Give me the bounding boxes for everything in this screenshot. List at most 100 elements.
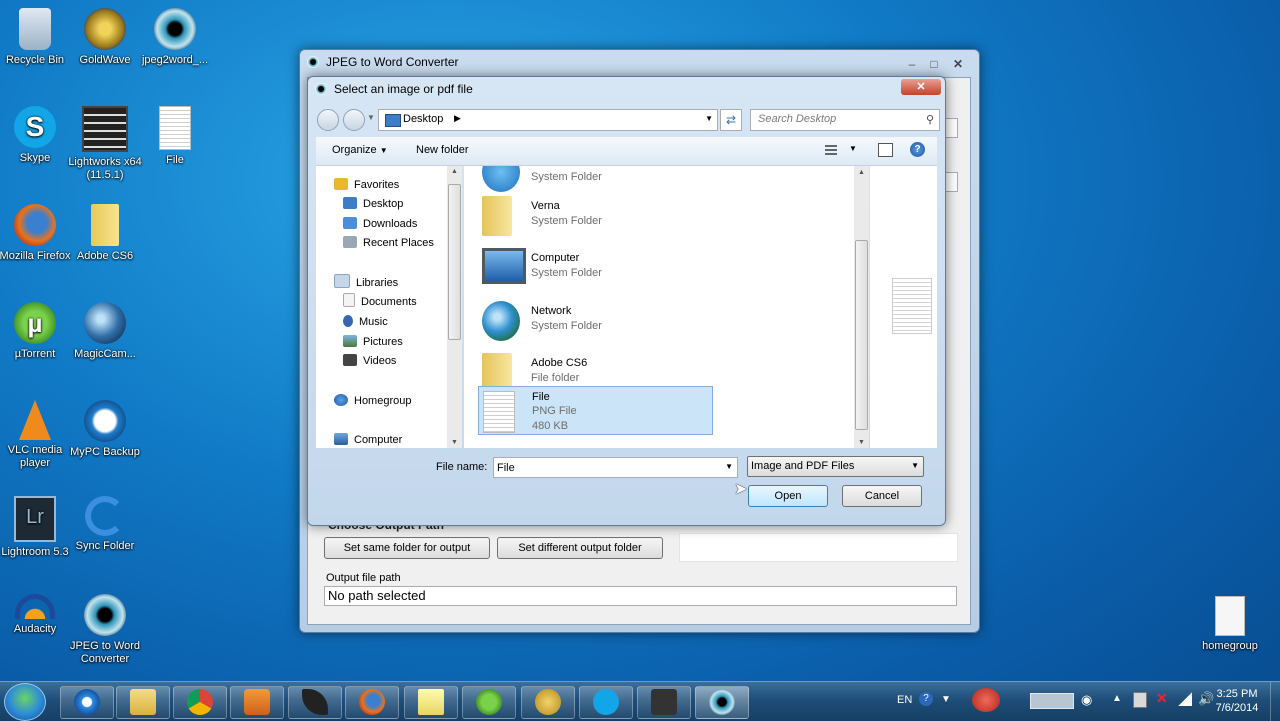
scroll-down-icon[interactable]: ▼: [858, 439, 865, 446]
taskbar-media[interactable]: [230, 686, 284, 719]
desktop-icon-label: GoldWave: [79, 54, 131, 66]
refresh-button[interactable]: ⇄: [720, 109, 742, 131]
desktop-icon-lightworks[interactable]: Lightworks x64 (11.5.1): [67, 106, 143, 182]
forward-button[interactable]: [343, 109, 365, 131]
different-folder-button[interactable]: Set different output folder: [497, 537, 663, 559]
desktop-icon-jpeg2word[interactable]: jpeg2word_...: [137, 8, 213, 67]
scroll-down-icon[interactable]: ▼: [451, 439, 458, 446]
address-dropdown-icon[interactable]: ▼: [705, 114, 713, 123]
scrollbar-thumb[interactable]: [448, 184, 461, 340]
output-path-label: Output file path: [326, 572, 401, 584]
address-bar[interactable]: Desktop ▶ ▼: [378, 109, 718, 131]
skype-icon: [593, 689, 619, 715]
list-item[interactable]: Verna System Folder: [478, 192, 713, 240]
clock[interactable]: 3:25 PM 7/6/2014: [1209, 687, 1265, 715]
desktop-icon-firefox[interactable]: Mozilla Firefox: [0, 204, 73, 263]
desktop-icon-adobe-cs6[interactable]: Adobe CS6: [67, 204, 143, 263]
power-tray-icon[interactable]: [1133, 692, 1147, 708]
breadcrumb-arrow-icon[interactable]: ▶: [454, 113, 461, 124]
desktop-icon-audacity[interactable]: Audacity: [0, 594, 73, 636]
network-error-icon[interactable]: ✕: [1156, 690, 1168, 707]
open-button[interactable]: Open: [748, 485, 828, 507]
scroll-up-icon[interactable]: ▲: [858, 169, 865, 176]
scroll-up-icon[interactable]: ▲: [451, 168, 458, 175]
recent-dropdown-icon[interactable]: ▼: [367, 113, 375, 122]
device-tray-icon[interactable]: ◉: [1081, 692, 1092, 708]
search-icon[interactable]: ⚲: [926, 113, 934, 126]
show-hidden-icons[interactable]: ▲: [1112, 693, 1122, 704]
dialog-titlebar[interactable]: Select an image or pdf file ✕: [308, 77, 945, 103]
taskbar-jpeg-to-word[interactable]: [695, 686, 749, 719]
desktop-icon-homegroup[interactable]: homegroup: [1192, 596, 1268, 653]
nav-downloads[interactable]: Downloads: [343, 215, 417, 234]
nav-computer[interactable]: Computer: [334, 431, 402, 448]
desktop-icon-magiccam[interactable]: MagicCam...: [67, 302, 143, 361]
search-input[interactable]: Search Desktop: [758, 113, 836, 125]
desktop-icon-lightroom[interactable]: Lr Lightroom 5.3: [0, 496, 73, 559]
chevron-down-icon[interactable]: ▼: [725, 462, 733, 471]
taskbar-ie[interactable]: [60, 686, 114, 719]
help-tray-icon[interactable]: ?: [919, 692, 933, 706]
taskbar-firefox[interactable]: [345, 686, 399, 719]
start-button[interactable]: [4, 683, 46, 721]
view-options-icon[interactable]: [825, 145, 837, 155]
desktop-icon-utorrent[interactable]: µ µTorrent: [0, 302, 73, 361]
nav-music[interactable]: Music: [343, 313, 388, 332]
taskbar-explorer[interactable]: [116, 686, 170, 719]
new-folder-button[interactable]: New folder: [416, 144, 469, 156]
back-button[interactable]: [317, 109, 339, 131]
search-field[interactable]: Search Desktop ⚲: [750, 109, 940, 131]
scrollbar-thumb[interactable]: [855, 240, 868, 430]
main-window-titlebar[interactable]: JPEG to Word Converter – □ ✕: [300, 50, 979, 76]
taskbar-lightworks[interactable]: [637, 686, 691, 719]
nav-libraries[interactable]: Libraries: [334, 274, 398, 293]
desktop-icon-skype[interactable]: S Skype: [0, 106, 73, 165]
view-dropdown-icon[interactable]: ▼: [849, 144, 857, 153]
cloud-tray-icon[interactable]: [972, 688, 1000, 712]
help-icon[interactable]: ?: [910, 142, 925, 157]
minimize-button[interactable]: –: [901, 52, 923, 71]
list-item-selected[interactable]: File PNG File 480 KB: [478, 386, 713, 435]
desktop-icon-file[interactable]: File: [137, 106, 213, 167]
nav-homegroup[interactable]: Homegroup: [334, 392, 411, 411]
language-indicator[interactable]: EN: [897, 694, 912, 706]
videos-icon: [343, 354, 357, 366]
desktop-small-icon: [385, 114, 401, 127]
taskbar-sticky-notes[interactable]: [404, 686, 458, 719]
organize-button[interactable]: Organize ▼: [332, 144, 388, 156]
show-desktop-button[interactable]: [1270, 682, 1280, 721]
keyboard-tray-icon[interactable]: [1030, 693, 1074, 709]
dialog-close-button[interactable]: ✕: [901, 79, 941, 95]
nav-favorites[interactable]: Favorites: [334, 176, 399, 195]
nav-documents[interactable]: Documents: [343, 293, 417, 312]
taskbar-app-bird[interactable]: [288, 686, 342, 719]
preview-pane-icon[interactable]: [878, 143, 893, 157]
tray-arrow-icon[interactable]: ▼: [941, 694, 951, 705]
cancel-button[interactable]: Cancel: [842, 485, 922, 507]
nav-videos[interactable]: Videos: [343, 352, 396, 371]
nav-recent-places[interactable]: Recent Places: [343, 234, 434, 253]
nav-desktop[interactable]: Desktop: [343, 195, 403, 214]
maximize-button[interactable]: □: [923, 52, 945, 71]
desktop-icon-goldwave[interactable]: GoldWave: [67, 8, 143, 67]
nav-scrollbar[interactable]: ▲ ▼: [447, 166, 462, 448]
file-list-scrollbar[interactable]: ▲ ▼: [854, 166, 869, 448]
desktop-icon-jpeg-to-word[interactable]: JPEG to Word Converter: [67, 594, 143, 666]
list-item[interactable]: Network System Folder: [478, 297, 713, 345]
desktop-icon-recycle-bin[interactable]: Recycle Bin: [0, 8, 73, 67]
taskbar-utorrent[interactable]: [462, 686, 516, 719]
desktop-icon-sync-folder[interactable]: Sync Folder: [67, 496, 143, 553]
signal-tray-icon[interactable]: [1178, 692, 1192, 706]
same-folder-button[interactable]: Set same folder for output: [324, 537, 490, 559]
close-button[interactable]: ✕: [947, 52, 969, 71]
taskbar-chrome[interactable]: [173, 686, 227, 719]
desktop-icon-vlc[interactable]: VLC media player: [0, 400, 73, 470]
file-type-select[interactable]: Image and PDF Files ▼: [747, 456, 924, 477]
list-item[interactable]: Computer System Folder: [478, 244, 713, 292]
output-path-field[interactable]: No path selected: [324, 586, 957, 606]
taskbar-skype[interactable]: [579, 686, 633, 719]
file-name-input[interactable]: File ▼: [493, 457, 738, 478]
nav-pictures[interactable]: Pictures: [343, 333, 403, 352]
desktop-icon-mypc-backup[interactable]: MyPC Backup: [67, 400, 143, 459]
taskbar-globe[interactable]: [521, 686, 575, 719]
